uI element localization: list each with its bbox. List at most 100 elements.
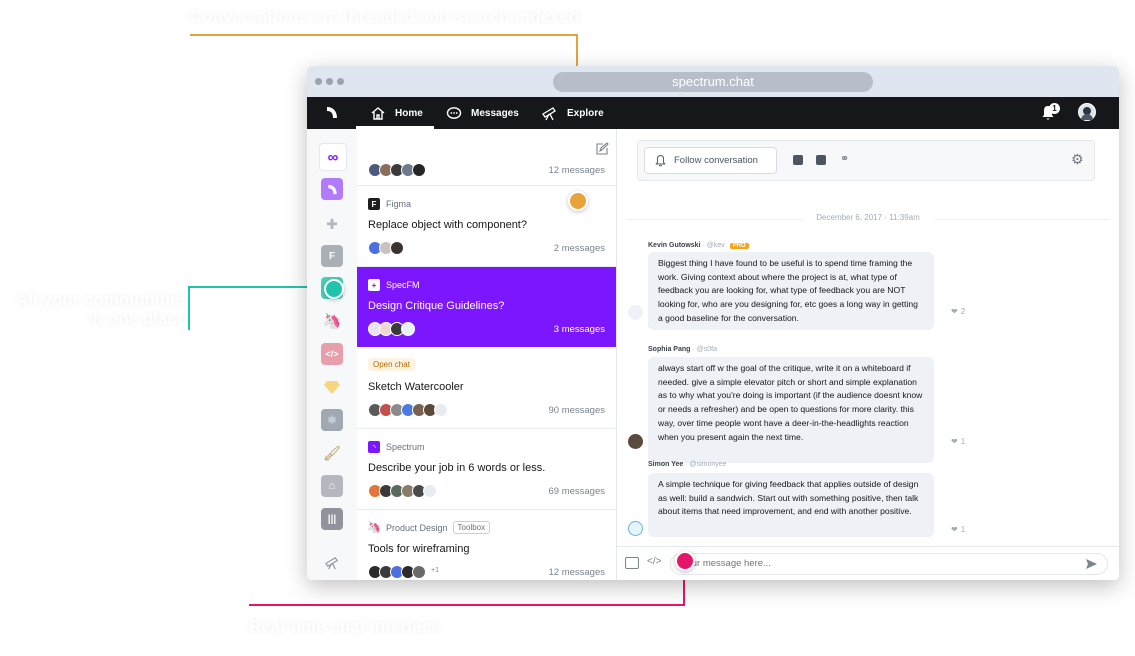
- window-close-dot[interactable]: [315, 78, 322, 85]
- thread-title: Describe your job in 6 words or less.: [368, 462, 546, 474]
- code-block-icon[interactable]: </>: [647, 556, 661, 567]
- open-chat-badge: Open chat: [368, 358, 415, 371]
- spectrum-icon: ◝: [368, 441, 380, 453]
- top-navbar: Home Messages Explore 1: [307, 97, 1119, 129]
- facebook-share-icon[interactable]: [793, 155, 803, 165]
- pro-badge: PRO: [729, 243, 749, 249]
- follow-conversation-button[interactable]: Follow conversation: [644, 147, 777, 174]
- figma-icon: F: [328, 250, 336, 262]
- conversation-pane: Follow conversation ⚭ ⚙ December 6, 2017…: [617, 129, 1119, 580]
- thread-item-active[interactable]: + SpecFM Design Critique Guidelines? 3 m…: [357, 267, 616, 347]
- message-author: Simon Yee · @simonyee: [648, 461, 727, 468]
- unicorn-icon: 🦄: [322, 313, 342, 330]
- thread-item[interactable]: ◝ Spectrum Describe your job in 6 words …: [357, 429, 616, 510]
- reaction-count[interactable]: ❤ 1: [951, 437, 965, 446]
- bars-icon: |||: [327, 513, 337, 525]
- notifications-bell-icon[interactable]: 1: [1041, 103, 1060, 126]
- nav-explore[interactable]: Explore: [541, 97, 604, 129]
- participant-avatars: +1: [368, 565, 439, 579]
- settings-gear-icon[interactable]: ⚙: [1071, 151, 1084, 168]
- participant-avatars: [368, 241, 404, 255]
- thread-message-count: 2 messages: [553, 243, 605, 254]
- callout-line-communities-vertical: [188, 286, 190, 330]
- heart-icon: ❤: [951, 307, 958, 316]
- thread-item[interactable]: Open chat Sketch Watercooler 90 messages: [357, 348, 616, 429]
- window-zoom-dot[interactable]: [337, 78, 344, 85]
- diamond-icon: [324, 381, 340, 394]
- community-explore[interactable]: [321, 551, 343, 573]
- reaction-count[interactable]: ❤ 1: [951, 525, 965, 534]
- specfm-icon: +: [368, 279, 380, 291]
- thread-title: Sketch Watercooler: [368, 381, 464, 393]
- community-add[interactable]: ✚: [321, 213, 343, 235]
- thread-channel: ◝ Spectrum: [368, 441, 425, 453]
- thread-channel: F Figma: [368, 198, 411, 210]
- link-icon[interactable]: ⚭: [840, 152, 849, 165]
- message-bubble[interactable]: always start off w the goal of the criti…: [648, 357, 934, 463]
- plus-icon: ✚: [326, 215, 338, 232]
- thread-message-count: 12 messages: [548, 567, 605, 578]
- community-figma[interactable]: F: [321, 245, 343, 267]
- thread-item[interactable]: 12 messages: [357, 129, 616, 186]
- follow-label: Follow conversation: [674, 155, 758, 166]
- nav-home[interactable]: Home: [370, 97, 423, 129]
- url-bar[interactable]: spectrum.chat: [553, 72, 873, 92]
- message-input[interactable]: [670, 553, 1108, 575]
- avatar[interactable]: [628, 305, 643, 320]
- thread-title: Replace object with component?: [368, 219, 527, 231]
- community-bars[interactable]: |||: [321, 508, 343, 530]
- compose-button[interactable]: [595, 142, 609, 161]
- send-icon[interactable]: [1085, 557, 1098, 575]
- community-sketch[interactable]: [321, 376, 343, 398]
- community-spectrum[interactable]: [321, 178, 343, 200]
- thread-message-count: 3 messages: [553, 324, 605, 335]
- participant-avatars: [368, 163, 426, 177]
- thread-title: Design Critique Guidelines?: [368, 300, 505, 312]
- callout-dot-communities: [324, 279, 344, 299]
- participant-avatars: [368, 403, 448, 417]
- callout-communities-1: All your communities: [16, 290, 189, 309]
- infinity-icon: ∞: [327, 148, 339, 166]
- community-brush[interactable]: 🖌: [321, 442, 343, 464]
- callout-dot-threads: [568, 191, 588, 211]
- home-icon: [371, 106, 385, 120]
- heart-icon: ❤: [951, 437, 958, 446]
- community-code[interactable]: </>: [321, 343, 343, 365]
- nav-messages[interactable]: Messages: [446, 97, 519, 129]
- community-everything[interactable]: ∞: [319, 143, 347, 171]
- twitter-share-icon[interactable]: [816, 155, 826, 165]
- extra-participants: +1: [431, 567, 439, 574]
- user-avatar[interactable]: [1078, 103, 1096, 121]
- telescope-icon: [542, 107, 556, 121]
- community-product-design[interactable]: 🦄: [321, 310, 343, 332]
- code-icon: </>: [325, 349, 339, 359]
- callout-line-threads: [190, 34, 577, 36]
- telescope-icon: [325, 556, 338, 569]
- browser-titlebar: spectrum.chat: [307, 66, 1119, 97]
- spectrum-logo-icon[interactable]: [326, 106, 338, 124]
- message-bubble[interactable]: Biggest thing I have found to be useful …: [648, 252, 934, 330]
- brush-icon: 🖌: [323, 444, 341, 461]
- avatar[interactable]: [628, 521, 643, 536]
- callout-chat: Real-time chat interface: [249, 617, 441, 636]
- heart-icon: ❤: [951, 525, 958, 534]
- date-separator-text: December 6, 2017 · 11:39am: [816, 213, 920, 222]
- browser-window: spectrum.chat Home Messages Explore 1 ∞ …: [307, 66, 1119, 580]
- photo-upload-icon[interactable]: [625, 557, 639, 569]
- message-bubble[interactable]: A simple technique for giving feedback t…: [648, 473, 934, 537]
- participant-avatars: [368, 322, 415, 336]
- reaction-count[interactable]: ❤ 2: [951, 307, 965, 316]
- figma-icon: F: [368, 198, 380, 210]
- spectrum-icon: [327, 184, 337, 194]
- nav-home-label: Home: [395, 107, 423, 119]
- community-react[interactable]: ⚛: [321, 409, 343, 431]
- avatar[interactable]: [628, 434, 643, 449]
- thread-item[interactable]: 🦄 Product Design Toolbox Tools for wiref…: [357, 510, 616, 580]
- notification-count-badge: 1: [1049, 103, 1060, 114]
- date-separator: December 6, 2017 · 11:39am: [617, 213, 1119, 225]
- community-arch[interactable]: ⌂: [321, 475, 343, 497]
- window-minimize-dot[interactable]: [326, 78, 333, 85]
- message-author: Kevin Gutowski · @kev PRO: [648, 242, 749, 249]
- arch-icon: ⌂: [328, 480, 336, 492]
- callout-dot-chat: [675, 551, 695, 571]
